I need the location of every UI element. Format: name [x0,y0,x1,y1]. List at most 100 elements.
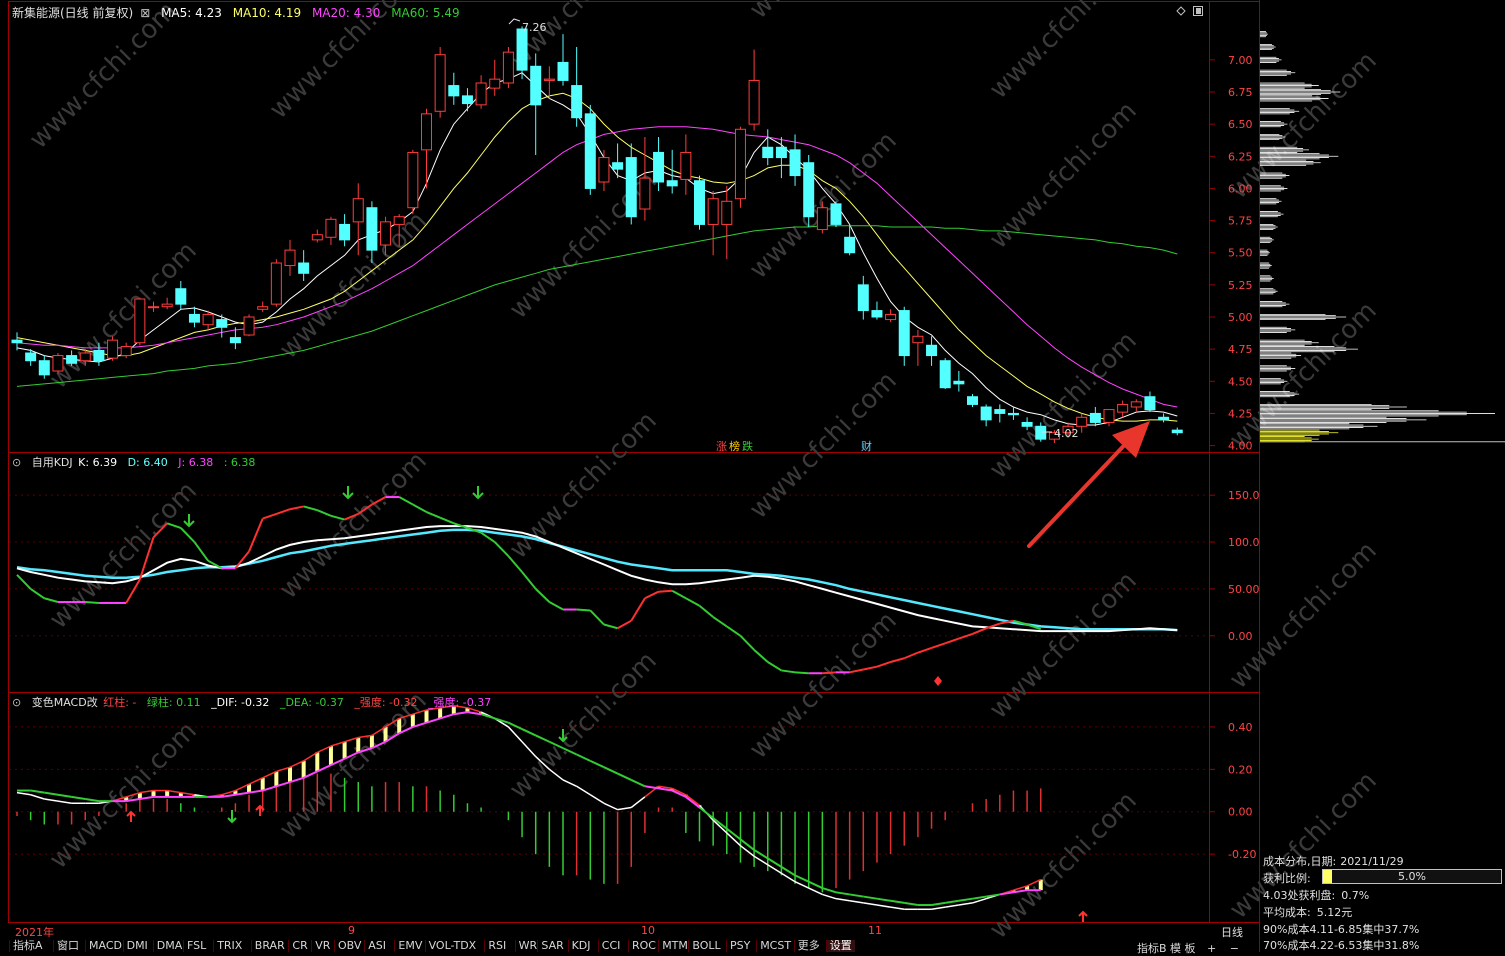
tab-cci-18[interactable]: CCI [597,940,624,952]
tab-boll-21[interactable]: BOLL [688,940,723,952]
candle-body [612,162,624,170]
marker-cai[interactable]: 财 [861,438,872,454]
kdj-j-segment [426,511,441,519]
tab-emv-12[interactable]: EMV [394,940,425,952]
macd-dea-segment [945,899,960,904]
candle-body [694,180,705,225]
tab-psy-22[interactable]: PSY [726,940,753,952]
watermark-text: www.cfchi.com [504,406,663,565]
candle-body [680,151,692,180]
y-tick-label: 6.50 [1228,118,1253,131]
macd-dif-segment [808,887,823,896]
kdj-d: D: 6.40 [127,456,168,469]
macd-dif-segment [330,741,345,747]
tab-sar-16[interactable]: SAR [537,940,566,952]
tab-rsi-14[interactable]: RSI [484,940,509,952]
macd-dif-segment [945,904,959,908]
tab-vr-9[interactable]: VR [311,940,333,952]
y-tick-label: 0.00 [1228,806,1253,819]
macd-dif-segment [44,798,59,802]
macd-dif-segment [794,881,810,889]
candle-body [475,82,487,106]
tab-mtm-20[interactable]: MTM [658,940,691,952]
tab-vol-tdx-13[interactable]: VOL-TDX [424,940,480,952]
date-label-9: 9 [348,924,355,937]
marker-bang: 榜 [729,440,740,453]
tab-indicator-b[interactable]: 指标B [1137,942,1167,955]
macd-dea-segment [698,806,714,819]
kdj-j-segment [276,508,291,515]
macd-strength2: _强度: -0.37 [428,696,492,709]
macd-toggle-icon: ⊙ [12,696,22,709]
tab--a-0[interactable]: 指标A [9,940,46,952]
candle-body [202,313,214,326]
tab-mcst-23[interactable]: MCST [756,940,794,952]
candle-body [107,339,119,359]
add-tab-button[interactable]: + [1207,942,1216,955]
candle-body [1158,416,1170,421]
profit-ratio-value: 5.0% [1398,870,1426,883]
y-tick-label: 0.00 [1228,630,1253,643]
tab-dmi-3[interactable]: DMI [122,940,151,952]
y-tick-label: 6.25 [1228,150,1253,163]
macd-dea-segment [999,891,1014,896]
macd-dif-segment [276,766,291,773]
date-label-11: 11 [868,924,882,937]
candle-body [229,337,241,344]
tab-roc-19[interactable]: ROC [628,940,659,952]
kdj-j-segment [972,627,987,635]
kdj-j-segment [535,588,551,603]
price-legend: 新集能源(日线 前复权) ⊠ MA5: 4.23 MA10: 4.19 MA20:… [12,4,467,21]
profit-ratio-bar: 5.0% [1322,869,1502,884]
candle-body [748,79,760,125]
macd-dif-segment [931,906,946,911]
tab-template-2[interactable]: 板 [1185,942,1196,955]
tab---24[interactable]: 更多 [793,940,823,952]
tab-macd-2[interactable]: MACD [85,940,125,952]
tab---25[interactable]: 设置 [825,940,855,952]
macd-dea-segment [972,895,987,900]
tab-asi-11[interactable]: ASI [364,940,389,952]
macd-dea-segment [644,785,659,790]
tab-kdj-17[interactable]: KDJ [567,940,594,952]
macd-dea-segment [57,793,72,798]
remove-tab-button[interactable]: − [1230,942,1239,955]
macd-dif-segment [235,783,250,792]
tab-fsl-5[interactable]: FSL [183,940,209,952]
low-label: 4.02 [1054,427,1079,440]
macd-dea-segment [876,897,891,902]
event-markers[interactable]: 涨榜跌 [716,438,753,454]
period-label[interactable]: 日线 [1221,924,1243,940]
tab-wr-15[interactable]: WR [514,940,541,952]
kdj-j-segment [480,531,496,543]
candle-body [816,207,828,231]
macd-dif-segment [57,800,72,805]
kdj-j-segment [698,605,714,618]
macd-dif-segment [262,770,277,779]
candle-body [284,249,296,267]
macd-dea-segment [467,711,482,716]
macd-dea-segment [589,759,605,769]
macd-dif-segment [167,789,181,794]
tab-template-1[interactable]: 模 [1170,942,1181,955]
tab-obv-10[interactable]: OBV [334,940,364,952]
kdj-j-segment [412,503,427,513]
kdj-j-segment [548,601,564,611]
watermark-text: www.cfchi.com [1224,536,1383,695]
candle-body [393,216,405,225]
kdj-j-segment [576,608,591,612]
macd-dea-segment [617,772,632,781]
candle-body [120,346,132,357]
tab---1[interactable]: 窗口 [53,940,82,952]
tab-trix-6[interactable]: TRIX [213,940,245,952]
candle-body [939,360,951,389]
macd-dea-segment [535,734,550,743]
tab-dma-4[interactable]: DMA [152,940,186,952]
tab-brar-7[interactable]: BRAR [250,940,288,952]
y-tick-label: 4.25 [1228,407,1253,420]
kdj-j-segment [603,623,618,630]
kline-chart[interactable]: www.cfchi.com www.cfchi.com www.cfchi.com w… [0,0,1505,952]
kdj-j-segment [630,597,646,622]
tab-cr-8[interactable]: CR [288,940,310,952]
window-icons[interactable] [1176,6,1203,16]
